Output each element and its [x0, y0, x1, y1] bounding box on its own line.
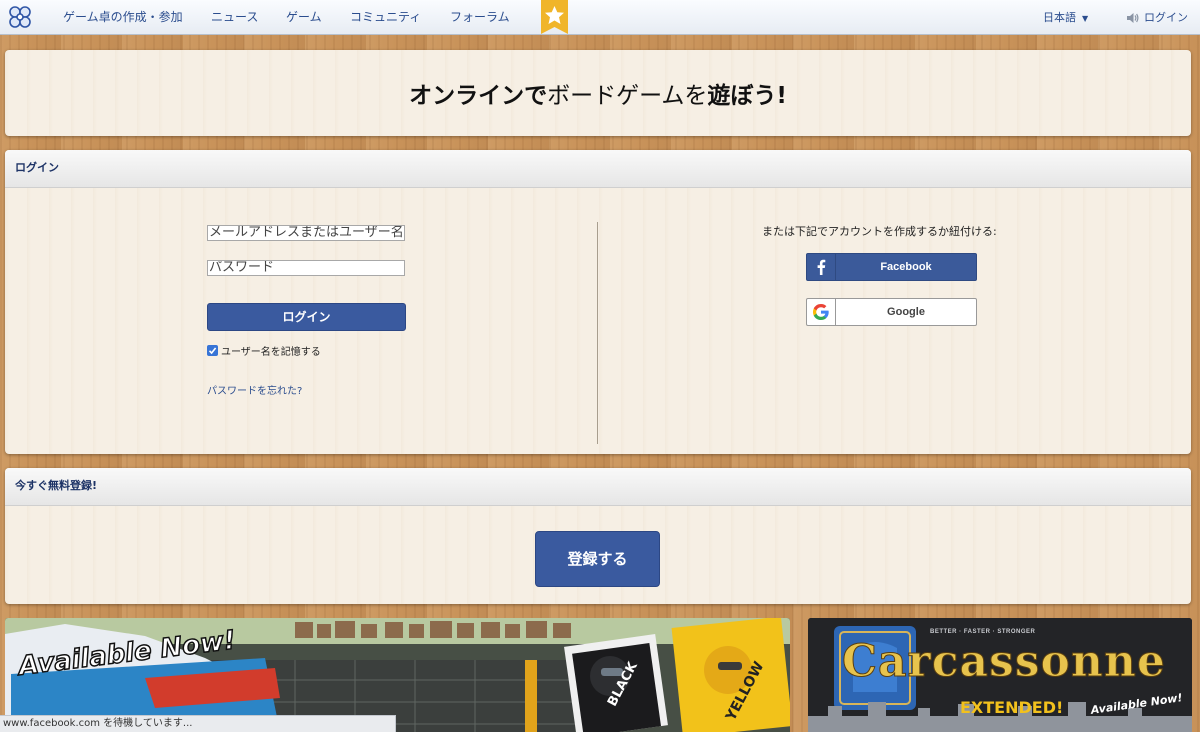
login-submit-button[interactable]: ログイン [207, 303, 406, 331]
login-panel-header: ログイン [5, 150, 1191, 188]
remember-checkbox[interactable] [207, 344, 218, 356]
register-button[interactable]: 登録する [535, 531, 660, 587]
nav-item-create-join-table[interactable]: ゲーム卓の作成・参加 [63, 0, 183, 35]
premium-star-icon[interactable] [541, 0, 568, 34]
google-login-button[interactable]: Google [806, 298, 977, 326]
top-navigation-bar: ゲーム卓の作成・参加 ニュース ゲーム コミュニティ フォーラム 日本語 ▼ ログ… [0, 0, 1200, 35]
remember-username-option[interactable]: ユーザー名を記憶する [207, 343, 321, 358]
hero-title-part-play: 遊ぼう! [707, 83, 787, 109]
checkmark-icon [208, 347, 217, 354]
social-login-prompt: または下記でアカウントを作成するか紐付ける: [762, 225, 997, 238]
nav-item-games[interactable]: ゲーム [286, 0, 322, 35]
speaker-icon[interactable] [1126, 12, 1139, 24]
carcassonne-tagline: BETTER · FASTER · STRONGER [930, 629, 1036, 635]
password-field[interactable]: パスワード [207, 260, 405, 276]
hero-title: オンラインでボードゲームを遊ぼう! [409, 76, 787, 110]
carcassonne-title: Carcassonne [842, 636, 1166, 688]
hero-title-part-particle: を [684, 83, 708, 109]
hero-panel: オンラインでボードゲームを遊ぼう! [5, 50, 1191, 136]
facebook-label: Facebook [880, 261, 932, 273]
caret-down-icon: ▼ [1082, 14, 1089, 23]
remember-label: ユーザー名を記憶する [221, 346, 321, 358]
promo-banner-right[interactable]: BETTER · FASTER · STRONGER Carcassonne E… [808, 618, 1192, 732]
nav-item-forum[interactable]: フォーラム [450, 0, 510, 35]
facebook-icon [807, 254, 836, 280]
username-email-field[interactable]: メールアドレスまたはユーザー名 [207, 225, 405, 241]
hero-title-part-boardgame: ボードゲーム [547, 83, 685, 109]
hero-title-part-online: オンラインで [409, 83, 548, 109]
google-label: Google [887, 306, 925, 318]
carcassonne-extended: EXTENDED! [960, 698, 1064, 717]
forgot-password-link[interactable]: パスワードを忘れた? [207, 382, 302, 397]
register-panel: 今すぐ無料登録! 登録する [5, 468, 1191, 604]
register-panel-header: 今すぐ無料登録! [5, 468, 1191, 506]
bga-logo-icon[interactable] [6, 3, 34, 31]
vertical-divider [597, 222, 598, 444]
nav-item-community[interactable]: コミュニティ [350, 0, 421, 35]
browser-status-bar: www.facebook.com を待機しています... [0, 715, 396, 732]
header-login-link[interactable]: ログイン [1126, 0, 1188, 35]
language-label: 日本語 [1043, 11, 1076, 24]
header-login-label: ログイン [1144, 11, 1188, 24]
google-icon [807, 299, 836, 325]
nav-item-news[interactable]: ニュース [211, 0, 258, 35]
language-selector[interactable]: 日本語 ▼ [1043, 0, 1088, 35]
login-panel: ログイン メールアドレスまたはユーザー名 パスワード ログイン ユーザー名を記憶… [5, 150, 1191, 454]
facebook-login-button[interactable]: Facebook [806, 253, 977, 281]
